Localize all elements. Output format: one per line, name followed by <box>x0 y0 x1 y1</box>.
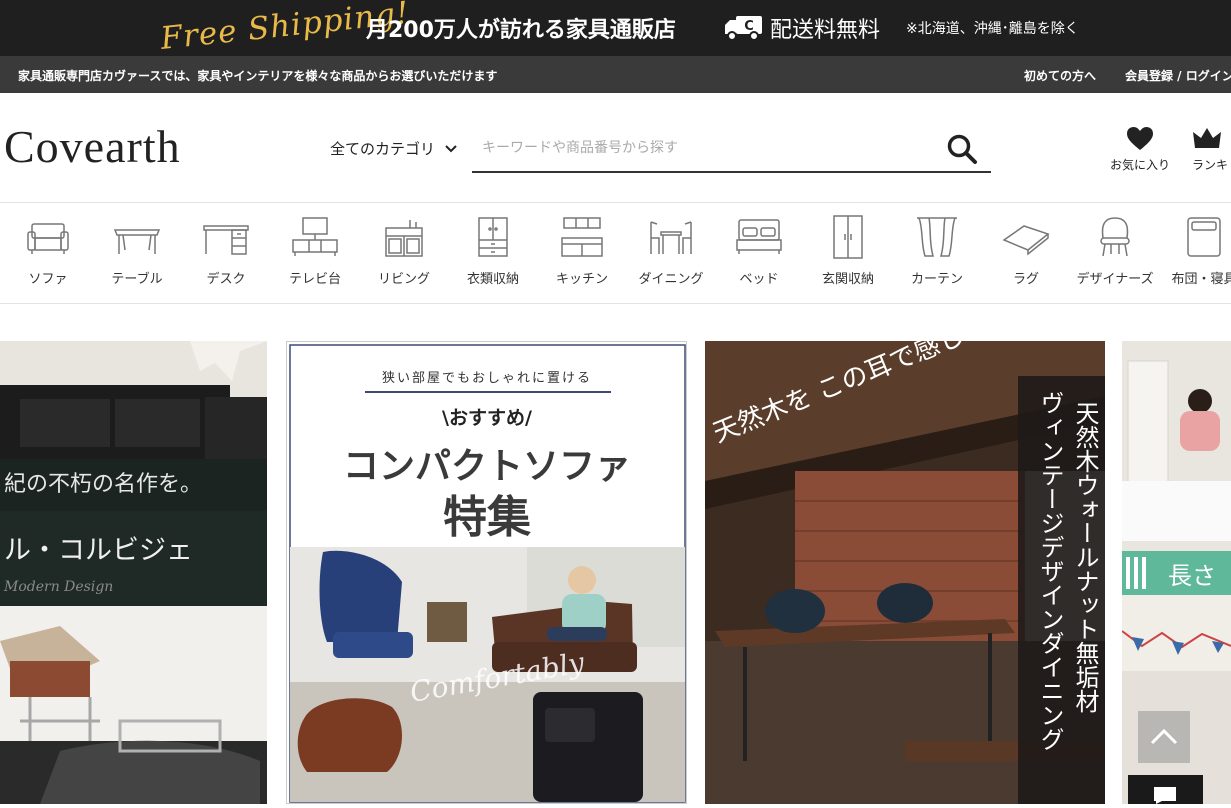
category-label: デスク <box>206 272 246 287</box>
chevron-up-icon <box>1150 728 1178 745</box>
chat-button[interactable] <box>1128 775 1203 804</box>
category-label: 布団・寝具 <box>1171 272 1231 287</box>
category-label: ダイニング <box>638 272 704 287</box>
category-label: ソファ <box>28 272 68 287</box>
search-bar <box>472 126 991 173</box>
site-logo[interactable]: Covearth <box>4 120 181 173</box>
compact-sofa-banner-image: 狭い部屋でもおしゃれに置ける \おすすめ/ コンパクトソファ 特集 Comfor… <box>289 344 686 803</box>
corbusier-tagline: 紀の不朽の名作を。 <box>4 472 202 497</box>
free-shipping-banner[interactable]: Free Shipping! 月200万人が訪れる家具通販店 C 配送料無料 ※… <box>0 0 1231 57</box>
bedding-icon <box>1187 217 1221 257</box>
register-login-link[interactable]: 会員登録 / ログイン <box>1125 67 1231 84</box>
first-time-link[interactable]: 初めての方へ <box>1024 67 1096 84</box>
category-kitchen[interactable]: キッチン <box>537 214 627 287</box>
corbusier-banner-image: 紀の不朽の名作を。 ル・コルビジェ Modern Design <box>0 341 267 804</box>
category-rug[interactable]: ラグ <box>981 214 1071 287</box>
category-tv-stand[interactable]: テレビ台 <box>270 214 360 287</box>
kitchen-icon <box>561 217 603 257</box>
category-label: 衣類収納 <box>466 272 519 287</box>
compact-sofa-subtitle: 特集 <box>443 492 531 543</box>
info-bar: 家具通販専門店カヴァースでは、家具やインテリアを様々な商品からお選びいただけます… <box>0 56 1231 93</box>
rug-icon <box>1002 225 1050 256</box>
crown-icon <box>1193 128 1221 148</box>
category-dining[interactable]: ダイニング <box>626 214 716 287</box>
search-button[interactable] <box>945 132 979 166</box>
bed-icon <box>736 219 782 254</box>
info-bar-text: 家具通販専門店カヴァースでは、家具やインテリアを様々な商品からお選びいただけます <box>18 69 498 83</box>
category-designers[interactable]: デザイナーズ <box>1070 214 1160 287</box>
chevron-down-icon <box>445 144 457 152</box>
category-curtain[interactable]: カーテン <box>892 214 982 287</box>
promo-banner-walnut-dining[interactable]: 天然木を この耳で感じる。 天然木ウォールナット無垢材 ヴィンテージデザインダイ… <box>705 341 1105 804</box>
heart-icon <box>1127 127 1153 150</box>
promo-banner-corbusier[interactable]: 紀の不朽の名作を。 ル・コルビジェ Modern Design <box>0 341 267 804</box>
category-label: カーテン <box>910 272 963 287</box>
category-label: リビング <box>377 272 430 287</box>
ranking-button[interactable]: ランキ <box>1192 126 1231 173</box>
entrance-storage-icon <box>833 215 863 259</box>
wardrobe-icon <box>478 217 508 257</box>
bed-banner-title: 長さ <box>1168 562 1216 590</box>
favorites-label: お気に入り <box>1110 158 1171 172</box>
category-sofa[interactable]: ソファ <box>3 214 93 287</box>
category-label: 玄関収納 <box>821 272 874 287</box>
sofa-icon <box>27 223 69 254</box>
shipping-headline: 月200万人が訪れる家具通販店 <box>366 18 676 43</box>
corbusier-script: Modern Design <box>3 579 113 595</box>
category-select-value: 全てのカテゴリ <box>330 140 436 158</box>
chat-icon <box>1154 787 1176 804</box>
walnut-vertical-sub: ヴィンテージデザインダイニング <box>1036 391 1064 751</box>
living-cabinet-icon <box>385 220 423 257</box>
category-label: キッチン <box>555 272 608 287</box>
curtain-icon <box>917 217 957 257</box>
category-bed[interactable]: ベッド <box>714 214 804 287</box>
ranking-label: ランキ <box>1192 158 1229 172</box>
category-bedding[interactable]: 布団・寝具 <box>1159 214 1231 287</box>
category-select[interactable]: 全てのカテゴリ <box>330 138 457 159</box>
walnut-vertical-title: 天然木ウォールナット無垢材 <box>1071 401 1099 713</box>
favorites-button[interactable]: お気に入り <box>1110 126 1170 173</box>
walnut-banner-image: 天然木を この耳で感じる。 天然木ウォールナット無垢材 ヴィンテージデザインダイ… <box>705 341 1105 804</box>
category-entrance-storage[interactable]: 玄関収納 <box>803 214 893 287</box>
svg-text:C: C <box>744 19 754 34</box>
compact-sofa-top-line: 狭い部屋でもおしゃれに置ける <box>382 371 592 386</box>
search-input[interactable] <box>480 134 920 162</box>
category-living[interactable]: リビング <box>359 214 449 287</box>
designer-chair-icon <box>1100 217 1130 257</box>
compact-sofa-title: コンパクトソファ <box>343 446 631 487</box>
scroll-to-top-button[interactable] <box>1138 711 1190 763</box>
category-label: デザイナーズ <box>1076 272 1154 287</box>
tv-stand-icon <box>292 217 338 256</box>
header-divider <box>0 202 1231 203</box>
category-label: ベッド <box>739 272 779 287</box>
search-icon <box>947 134 977 164</box>
category-label: ラグ <box>1012 272 1039 287</box>
category-divider <box>0 303 1231 304</box>
category-wardrobe[interactable]: 衣類収納 <box>448 214 538 287</box>
free-delivery-label: 配送料無料 <box>770 18 881 43</box>
promo-banner-compact-sofa[interactable]: 狭い部屋でもおしゃれに置ける \おすすめ/ コンパクトソファ 特集 Comfor… <box>286 341 687 804</box>
corbusier-title: ル・コルビジェ <box>4 535 193 566</box>
table-icon <box>113 229 161 254</box>
category-desk[interactable]: デスク <box>181 214 271 287</box>
category-label: テーブル <box>111 272 163 287</box>
shipping-note: ※北海道、沖縄･離島を除く <box>906 21 1079 37</box>
compact-sofa-recommend: \おすすめ/ <box>442 407 532 429</box>
category-label: テレビ台 <box>288 272 341 287</box>
truck-icon: C <box>724 15 764 45</box>
dining-icon <box>650 221 692 254</box>
desk-icon <box>203 225 249 255</box>
category-table[interactable]: テーブル <box>92 214 182 287</box>
